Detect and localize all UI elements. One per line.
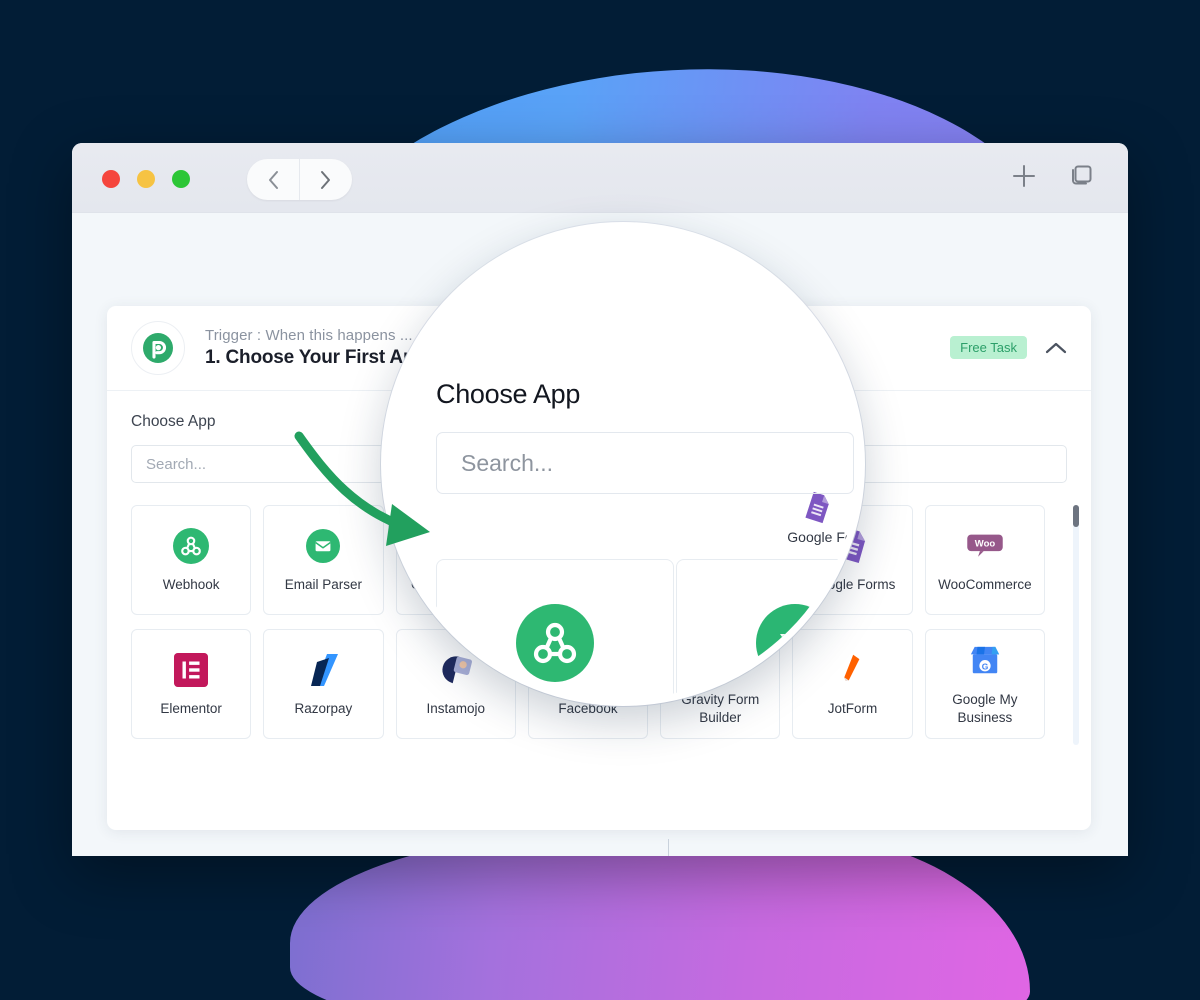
magnified-peek-gravity-form-builder-label: Gravity Form Builder xyxy=(797,628,863,663)
magnified-search-input[interactable]: Search... xyxy=(436,432,854,494)
webhook-icon xyxy=(173,527,210,564)
svg-text:Woo: Woo xyxy=(975,538,996,549)
email-parser-icon xyxy=(304,527,342,565)
google-my-business-icon: G xyxy=(966,642,1004,680)
magnifier-lens: Google Forms Choose App Search... xyxy=(381,222,865,706)
window-titlebar xyxy=(72,143,1128,213)
window-actions xyxy=(1010,162,1096,190)
woocommerce-icon: Woo xyxy=(967,534,1003,557)
chevron-up-icon[interactable] xyxy=(1045,341,1067,355)
magnified-search-placeholder: Search... xyxy=(461,449,554,476)
minimize-window-button[interactable] xyxy=(137,170,155,188)
app-card-label: Google My Business xyxy=(952,691,1018,725)
magnified-choose-app-label: Choose App xyxy=(436,379,581,409)
email-parser-icon xyxy=(306,528,341,563)
app-card[interactable]: Elementor xyxy=(131,629,252,739)
app-card[interactable]: Woo WooCommerce xyxy=(924,505,1045,615)
forward-arrow-icon xyxy=(321,170,330,189)
app-card[interactable]: Webhook xyxy=(131,505,252,615)
webhook-icon xyxy=(172,527,210,565)
magnified-peek-gravity-form-builder: Gravity Form Builder xyxy=(778,627,863,665)
plus-icon xyxy=(1013,165,1035,187)
instamojo-icon xyxy=(392,634,419,658)
woocommerce-icon: Woo xyxy=(966,527,1004,565)
app-card-label: Elementor xyxy=(160,700,222,716)
magnified-app-card-webhook[interactable]: Webhook xyxy=(436,559,674,699)
svg-text:G: G xyxy=(982,661,989,671)
app-card[interactable]: Razorpay xyxy=(263,629,384,739)
new-tab-button[interactable] xyxy=(1010,162,1038,190)
elementor-icon xyxy=(172,651,210,689)
magnifier-content: Google Forms Choose App Search... xyxy=(388,229,858,699)
app-card-label: Instamojo xyxy=(426,700,485,716)
app-card-label: Webhook xyxy=(162,576,220,592)
magnified-peek-google-forms-label: Google Forms xyxy=(787,529,858,545)
app-card[interactable]: Email Parser xyxy=(263,505,384,615)
google-my-business-icon: G xyxy=(970,646,999,674)
razorpay-icon xyxy=(311,653,339,686)
forward-button[interactable] xyxy=(299,159,351,200)
pabbly-logo xyxy=(131,321,185,375)
app-grid-scrollbar[interactable] xyxy=(1073,505,1079,745)
razorpay-icon xyxy=(304,651,342,689)
pabbly-p-icon xyxy=(143,333,173,363)
app-card-label: Razorpay xyxy=(294,700,353,716)
free-task-badge: Free Task xyxy=(950,336,1027,359)
webhook-icon xyxy=(516,604,594,687)
scrollbar-thumb[interactable] xyxy=(1073,505,1079,527)
screenshot-stage: Trigger : When this happens ... 1. Choos… xyxy=(0,0,1200,1000)
magnified-peek-instamojo-label: Instamojo xyxy=(385,667,435,683)
app-card[interactable]: G Google My Business xyxy=(924,629,1045,739)
google-forms-icon xyxy=(805,491,830,524)
step-connector xyxy=(72,839,1128,856)
search-placeholder: Search... xyxy=(146,455,207,473)
back-arrow-icon xyxy=(268,170,278,189)
copy-tabs-icon xyxy=(1072,165,1092,185)
magnified-peek-instamojo: Instamojo xyxy=(385,631,464,683)
app-card-label: JotForm xyxy=(827,700,878,716)
maximize-window-button[interactable] xyxy=(172,170,190,188)
navigation-pill xyxy=(247,159,352,200)
tab-overview-button[interactable] xyxy=(1068,162,1096,190)
app-card-label: WooCommerce xyxy=(938,576,1032,592)
elementor-icon xyxy=(174,652,209,687)
webhook-glyph xyxy=(516,604,594,682)
trigger-card-header-right: Free Task xyxy=(950,336,1067,359)
close-window-button[interactable] xyxy=(102,170,120,188)
magnified-peek-google-forms: Google Forms xyxy=(787,491,858,545)
connector-line-top xyxy=(668,839,669,856)
app-card-label: Email Parser xyxy=(284,576,363,592)
back-button[interactable] xyxy=(247,159,299,200)
traffic-lights xyxy=(102,170,190,188)
